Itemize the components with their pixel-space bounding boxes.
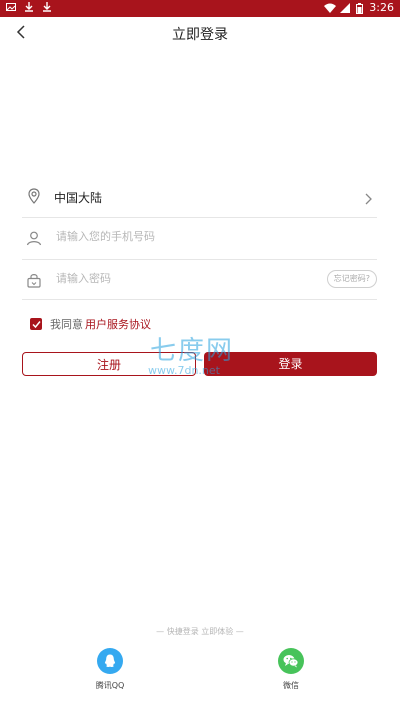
agreement-checkbox[interactable] <box>30 318 42 330</box>
wechat-login-button[interactable]: 微信 <box>261 648 321 691</box>
battery-icon <box>356 2 364 14</box>
password-row: 忘记密码? <box>22 261 377 300</box>
login-button[interactable]: 登录 <box>204 352 377 376</box>
status-bar: 3:26 <box>0 0 400 17</box>
signal-icon <box>340 2 351 13</box>
user-icon <box>26 230 42 246</box>
region-selector[interactable]: 中国大陆 <box>22 177 377 218</box>
wifi-icon <box>324 3 337 13</box>
checkmark-icon <box>31 320 41 328</box>
register-button[interactable]: 注册 <box>22 352 196 376</box>
agreement-prefix: 我同意 <box>50 318 83 331</box>
download-icon <box>42 2 52 12</box>
region-value: 中国大陆 <box>54 191 103 205</box>
status-time: 3:26 <box>369 1 394 14</box>
password-input[interactable] <box>54 271 318 286</box>
phone-row <box>22 219 377 260</box>
title-bar: 立即登录 <box>0 17 400 49</box>
gallery-icon <box>6 2 16 12</box>
qq-icon <box>97 648 123 674</box>
page-title: 立即登录 <box>172 27 228 43</box>
qq-login-button[interactable]: 腾讯QQ <box>80 648 140 691</box>
wechat-icon <box>278 648 304 674</box>
location-pin-icon <box>26 188 42 204</box>
user-agreement-link[interactable]: 用户服务协议 <box>85 316 151 332</box>
qq-login-label: 腾讯QQ <box>95 681 125 690</box>
wechat-login-label: 微信 <box>283 681 299 690</box>
chevron-right-icon <box>363 190 373 205</box>
phone-input[interactable] <box>54 229 318 244</box>
download-icon <box>24 2 34 12</box>
forgot-password-button[interactable]: 忘记密码? <box>326 270 377 288</box>
quick-login-tip: — 快捷登录 立即体验 — <box>156 627 244 636</box>
lock-icon <box>26 272 42 288</box>
agreement-row: 我同意 用户服务协议 <box>30 316 151 332</box>
